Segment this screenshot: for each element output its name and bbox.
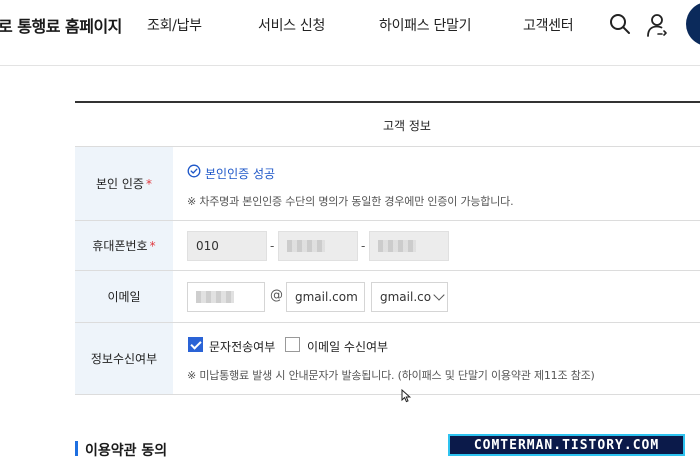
sms-checkbox-label[interactable]: 문자전송여부 — [209, 338, 275, 355]
email-label: 이메일 — [75, 271, 173, 322]
phone-label: 휴대폰번호 * — [75, 221, 173, 270]
nav-item-hipass-device[interactable]: 하이패스 단말기 — [379, 15, 472, 35]
phone-separator: - — [361, 239, 366, 253]
nav-item-inquiry-payment[interactable]: 조회/납부 — [147, 15, 202, 35]
section-header: 고객 정보 — [75, 103, 700, 147]
verification-status: 본인인증 성공 — [205, 167, 276, 181]
notification-label: 정보수신여부 — [75, 323, 173, 394]
masked-value — [378, 240, 416, 252]
phone-part2-input[interactable] — [278, 231, 358, 261]
verification-note: ※ 차주명과 본인인증 수단의 명의가 동일한 경우에만 인증이 가능합니다. — [187, 195, 514, 208]
row-email: 이메일 @ gmail.com gmail.co — [75, 271, 700, 323]
phone-part3-input[interactable] — [369, 231, 449, 261]
notification-note: ※ 미납통행료 발생 시 안내문자가 발송됩니다. (하이패스 및 단말기 이용… — [187, 369, 595, 382]
mouse-cursor-icon — [401, 389, 412, 403]
phone-separator: - — [270, 239, 275, 253]
nav-item-service-request[interactable]: 서비스 신청 — [258, 15, 325, 35]
masked-value — [287, 240, 325, 252]
email-domain-input[interactable]: gmail.com — [286, 282, 365, 312]
nav-item-customer-center[interactable]: 고객센터 — [523, 15, 574, 35]
sms-checkbox[interactable] — [188, 337, 203, 352]
required-mark: * — [149, 238, 156, 253]
email-domain-select[interactable]: gmail.co — [371, 282, 448, 312]
search-icon[interactable] — [608, 12, 632, 36]
email-domain-select-value: gmail.co — [380, 290, 432, 304]
site-title[interactable]: 로 통행료 홈페이지 — [0, 13, 122, 37]
row-verification: 본인 인증 * 본인인증 성공 ※ 차주명과 본인인증 수단의 명의가 동일한 경… — [75, 147, 700, 221]
terms-accent-bar — [75, 441, 78, 456]
email-checkbox-label[interactable]: 이메일 수신여부 — [307, 338, 388, 355]
user-icon[interactable] — [645, 12, 669, 38]
terms-title: 이용약관 동의 — [85, 443, 168, 459]
header-divider — [0, 65, 700, 66]
row-notification: 정보수신여부 문자전송여부 이메일 수신여부 ※ 미납통행료 발생 시 안내문자… — [75, 323, 700, 395]
email-at-sign: @ — [270, 288, 283, 303]
site-header: 로 통행료 홈페이지 조회/납부 서비스 신청 하이패스 단말기 고객센터 — [0, 0, 700, 48]
watermark-badge: COMTERMAN.TISTORY.COM — [448, 434, 685, 456]
verification-label: 본인 인증 * — [75, 147, 173, 220]
masked-value — [196, 291, 234, 303]
section-title: 고객 정보 — [383, 119, 431, 133]
phone-part1-input[interactable]: 010 — [187, 231, 267, 261]
check-circle-icon — [187, 164, 201, 178]
email-id-input[interactable] — [187, 282, 265, 312]
required-mark: * — [145, 176, 152, 191]
email-checkbox[interactable] — [285, 337, 300, 352]
chevron-down-icon — [433, 289, 445, 301]
row-phone: 휴대폰번호 * 010 - - — [75, 221, 700, 271]
menu-circle-button[interactable] — [686, 2, 700, 46]
